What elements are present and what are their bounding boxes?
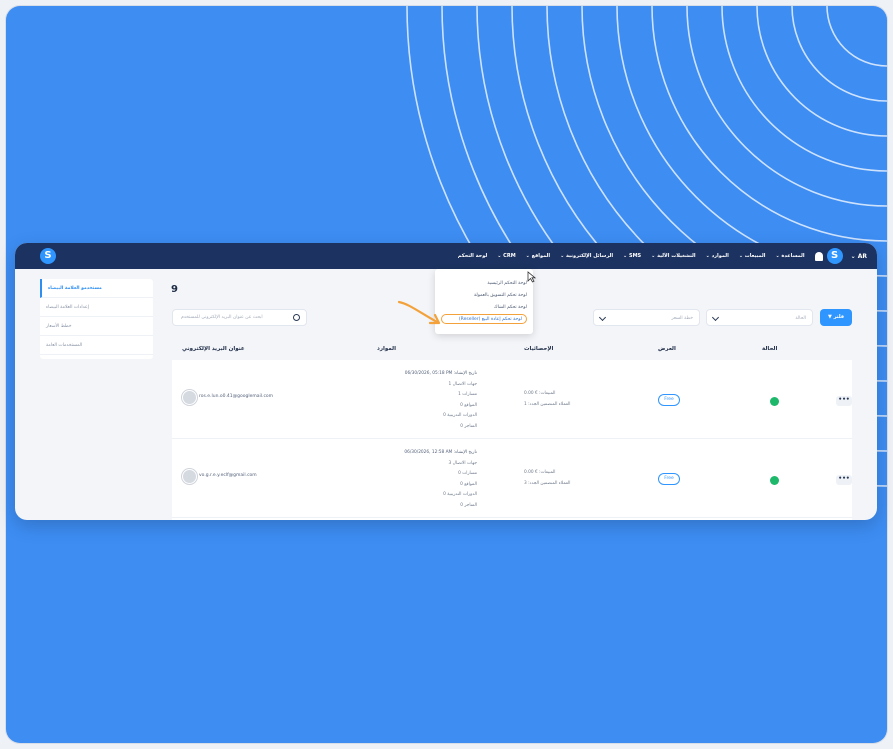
table-row[interactable]: vo.g.r.e.y.eclf@gmail.com 06/30/2026, 12… xyxy=(172,439,852,518)
nav-emails[interactable]: الرسائل الإلكترونية ⌄ xyxy=(560,253,613,259)
avatar xyxy=(182,469,197,484)
sidebar-item-whitelabel-settings[interactable]: إعدادات العلامة البيضاء xyxy=(40,298,153,317)
nav-sales[interactable]: المبيعات ⌄ xyxy=(739,253,766,259)
table-row[interactable]: ros.e.lun.o0.41@googlemail.com 06/30/202… xyxy=(172,360,852,439)
created-date: 06/30/2026, 05:18 PM :تاريخ الإنشاء xyxy=(404,371,477,376)
resources-cell: 06/30/2026, 05:18 PM :تاريخ الإنشاء جهات… xyxy=(377,369,477,432)
filter-button-label: فلتر xyxy=(833,314,845,320)
stores-count: المتاجر 0 xyxy=(460,423,477,429)
plan-select[interactable]: خطة السعر xyxy=(593,309,700,326)
search-input[interactable]: ابحث عن عنوان البريد الإلكتروني للمستخدم xyxy=(172,309,307,326)
row-actions-button[interactable]: ••• xyxy=(836,396,852,406)
courses-count: الدورات التدريبية 0 xyxy=(443,413,477,418)
header-stats: الإحصائيات xyxy=(524,346,554,352)
sidebar-item-whitelabel-users[interactable]: مستخدمو العلامة البيضاء xyxy=(40,279,153,298)
header-status: الحالة xyxy=(762,346,778,352)
paying-customers: العملاء المنضمين الجدد: 1 xyxy=(524,402,571,407)
contacts-count: جهات الاتصال 3 xyxy=(448,460,477,466)
status-check-icon xyxy=(770,476,779,485)
created-date: 06/30/2026, 12:58 AM :تاريخ الإنشاء xyxy=(404,450,477,455)
language-switcher[interactable]: AR ⌄ xyxy=(851,253,867,260)
top-navbar: AR ⌄ S المساعدة ⌄ المبيعات ⌄ الموارد ⌄ ا… xyxy=(15,243,877,269)
nav-help[interactable]: المساعدة ⌄ xyxy=(776,253,805,259)
users-table: عنوان البريد الإلكتروني الموارد الإحصائي… xyxy=(172,338,852,520)
status-select[interactable]: الحالة xyxy=(706,309,813,326)
nav-sms[interactable]: SMS ⌄ xyxy=(623,253,641,259)
menu-item-main-dashboard[interactable]: لوحة التحكم الرئيسية xyxy=(441,278,527,290)
user-avatar[interactable]: S xyxy=(826,248,843,264)
sites-count: المواقع 0 xyxy=(460,481,477,487)
sidebar-item-pricing-plans[interactable]: خطط الأسعار xyxy=(40,317,153,336)
offer-badge: Free xyxy=(658,394,680,406)
courses-count: الدورات التدريبية 0 xyxy=(443,492,477,497)
menu-item-affiliate-dashboard[interactable]: لوحة تحكم التسويق بالعمولة xyxy=(441,290,527,302)
funnels-count: مسارات 1 xyxy=(458,392,477,397)
filter-icon: ▼ xyxy=(827,314,832,320)
header-email: عنوان البريد الإلكتروني xyxy=(182,346,245,352)
nav-dashboard[interactable]: لوحة التحكم xyxy=(458,253,487,259)
paying-customers: العملاء المنضمين الجدد: 3 xyxy=(524,481,571,486)
stats-cell: المبيعات: € 0.00 العملاء المنضمين الجدد:… xyxy=(524,467,570,489)
status-select-label: الحالة xyxy=(795,316,806,321)
screenshot-frame: AR ⌄ S المساعدة ⌄ المبيعات ⌄ الموارد ⌄ ا… xyxy=(0,0,893,749)
search-icon xyxy=(293,314,300,321)
chevron-down-icon xyxy=(711,313,720,322)
plan-select-label: خطة السعر xyxy=(671,316,693,321)
filter-button[interactable]: ▼ فلتر xyxy=(820,309,852,326)
chevron-down-icon xyxy=(598,313,607,322)
app-window: AR ⌄ S المساعدة ⌄ المبيعات ⌄ الموارد ⌄ ا… xyxy=(15,243,877,520)
user-email[interactable]: ros.e.lun.o0.41@googlemail.com xyxy=(199,394,273,399)
user-count: 9 xyxy=(171,284,178,295)
resources-cell: 06/30/2026, 12:58 AM :تاريخ الإنشاء جهات… xyxy=(377,448,477,511)
offer-badge: Free xyxy=(658,473,680,485)
nav-automations[interactable]: التشغيلات الآلية ⌄ xyxy=(651,253,695,259)
avatar xyxy=(182,390,197,405)
annotation-arrow-icon xyxy=(397,300,441,325)
header-resources: الموارد xyxy=(377,346,396,352)
nav-resources[interactable]: الموارد ⌄ xyxy=(706,253,729,259)
user-email[interactable]: vo.g.r.e.y.eclf@gmail.com xyxy=(199,473,257,478)
mouse-cursor-icon xyxy=(527,271,536,283)
funnels-count: مسارات 0 xyxy=(458,471,477,476)
dashboard-dropdown-menu: لوحة التحكم الرئيسية لوحة تحكم التسويق ب… xyxy=(435,269,533,334)
sites-count: المواقع 0 xyxy=(460,402,477,408)
app-logo[interactable]: S xyxy=(40,248,56,264)
sidebar: مستخدمو العلامة البيضاء إعدادات العلامة … xyxy=(40,279,153,359)
nav-crm[interactable]: CRM ⌄ xyxy=(497,253,515,259)
sales-value: المبيعات: € 0.00 xyxy=(524,470,556,475)
header-offer: العرض xyxy=(658,346,676,352)
row-actions-button[interactable]: ••• xyxy=(836,475,852,485)
sales-value: المبيعات: € 0.00 xyxy=(524,391,556,396)
menu-item-reseller-dashboard[interactable]: (Reseller) لوحة تحكم إعادة البيع xyxy=(441,314,527,324)
status-check-icon xyxy=(770,397,779,406)
sidebar-item-public-pages[interactable]: المستخدمات العامة xyxy=(40,336,153,355)
bell-icon[interactable] xyxy=(814,251,823,261)
stores-count: المتاجر 0 xyxy=(460,502,477,508)
table-header: عنوان البريد الإلكتروني الموارد الإحصائي… xyxy=(172,338,852,360)
nav-sites[interactable]: المواقع ⌄ xyxy=(526,253,550,259)
stats-cell: المبيعات: € 0.00 العملاء المنضمين الجدد:… xyxy=(524,388,570,410)
search-placeholder: ابحث عن عنوان البريد الإلكتروني للمستخدم xyxy=(181,315,263,320)
menu-item-student-dashboard[interactable]: لوحة تحكم الشاك xyxy=(441,302,527,314)
contacts-count: جهات الاتصال 1 xyxy=(448,381,477,387)
